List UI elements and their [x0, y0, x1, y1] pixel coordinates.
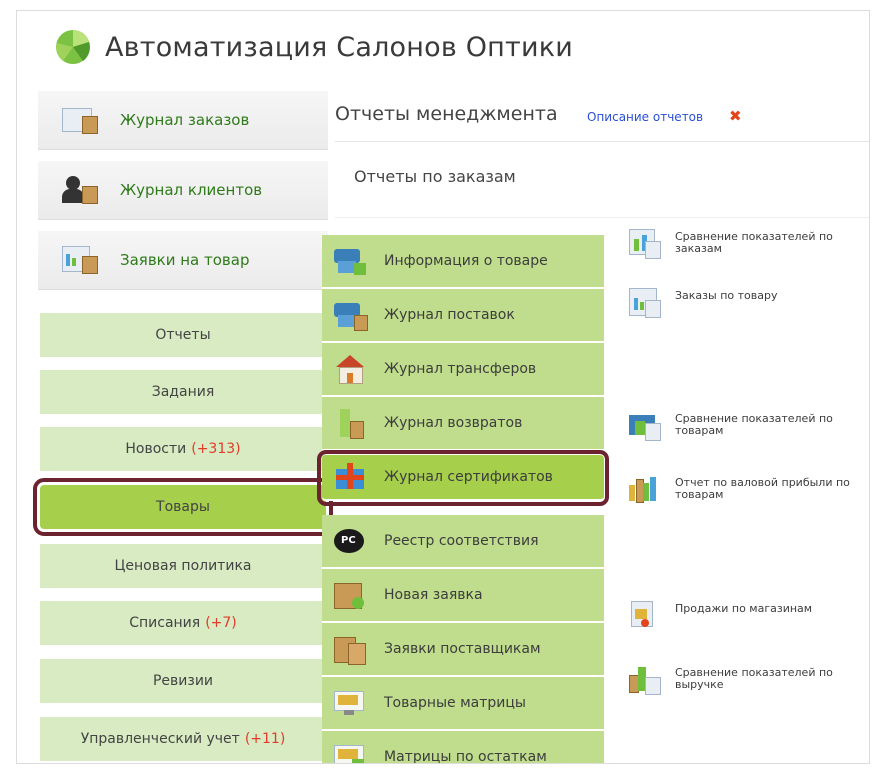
orders-chart-icon — [629, 288, 661, 318]
sidebar-item-label: Новости — [125, 441, 187, 457]
submenu-item-new-request[interactable]: Новая заявка — [322, 569, 604, 623]
sidebar-item-label: Журнал заказов — [120, 111, 250, 129]
report-link[interactable]: Сравнение показателей по заказам — [629, 229, 865, 259]
submenu-item-returns-log[interactable]: Журнал возвратов — [322, 397, 604, 451]
logo-icon — [56, 30, 90, 64]
report-label: Сравнение показателей по заказам — [675, 230, 833, 255]
sidebar-item-label: Отчеты — [155, 327, 211, 343]
delivery-log-icon — [334, 301, 368, 331]
stock-matrix-icon — [334, 743, 366, 763]
report-label: Продажи по магазинам — [675, 602, 813, 615]
divider — [335, 217, 869, 218]
sidebar-item-label: Списания — [129, 615, 201, 631]
report-link[interactable]: Заказы по товару — [629, 288, 865, 318]
sidebar-item-label: Ревизии — [152, 673, 214, 689]
submenu-item-certificates-log[interactable]: Журнал сертификатов — [317, 450, 609, 506]
app-title: Автоматизация Салонов Оптики — [105, 31, 573, 63]
submenu-item-label: Журнал поставок — [384, 307, 515, 323]
sidebar-item-label: Заявки на товар — [120, 251, 250, 269]
sidebar-item-label: Товары — [156, 499, 210, 515]
report-link[interactable]: Сравнение показателей по товарам — [629, 411, 865, 441]
submenu-item-product-matrices[interactable]: Товарные матрицы — [322, 677, 604, 731]
report-link[interactable]: Отчет по валовой прибыли по товарам — [629, 475, 865, 505]
submenu-item-label: Информация о товаре — [384, 253, 548, 269]
sidebar-item-product-requests[interactable]: Заявки на товар — [38, 231, 328, 290]
sidebar-item-label: Управленческий учет — [80, 731, 240, 747]
submenu-item-delivery-log[interactable]: Журнал поставок — [322, 289, 604, 343]
compare-chart-icon — [629, 229, 661, 259]
submenu-item-product-info[interactable]: Информация о товаре — [322, 235, 604, 289]
close-icon[interactable]: ✖ — [729, 107, 742, 125]
report-link[interactable]: Сравнение показателей по выручке — [629, 665, 865, 695]
report-link[interactable]: Продажи по магазинам — [629, 601, 865, 631]
sidebar-item-order-log[interactable]: Журнал заказов — [38, 91, 328, 150]
divider — [335, 141, 869, 142]
sidebar-item-products[interactable]: Товары — [33, 478, 333, 536]
management-count-badge: (+11) — [244, 731, 286, 747]
section-title: Отчеты по заказам — [354, 167, 516, 186]
sidebar-item-write-offs[interactable]: Списания (+7) — [40, 601, 326, 645]
sidebar-item-label: Журнал клиентов — [120, 181, 263, 199]
report-label: Сравнение показателей по товарам — [675, 412, 833, 437]
page-title: Отчеты менеджмента — [335, 103, 558, 125]
app-window: Автоматизация Салонов Оптики Журнал зака… — [16, 10, 870, 764]
sidebar-item-tasks[interactable]: Задания — [40, 370, 326, 414]
sidebar-item-reports[interactable]: Отчеты — [40, 313, 326, 357]
app-header: Автоматизация Салонов Оптики — [55, 29, 573, 65]
news-count-badge: (+313) — [191, 441, 241, 457]
house-icon — [334, 355, 366, 384]
submenu-item-label: Журнал трансферов — [384, 361, 537, 377]
submenu-item-label: Заявки поставщикам — [384, 641, 541, 657]
report-label: Заказы по товару — [675, 289, 778, 302]
client-icon — [62, 176, 98, 204]
sidebar-item-pricing-policy[interactable]: Ценовая политика — [40, 544, 326, 588]
submenu-item-label: Новая заявка — [384, 587, 483, 603]
report-label: Сравнение показателей по выручке — [675, 666, 833, 691]
supplier-request-icon — [334, 635, 366, 665]
product-info-icon — [334, 247, 366, 275]
revenue-chart-icon — [629, 665, 661, 695]
submenu-item-compliance-registry[interactable]: PC Реестр соответствия — [322, 515, 604, 569]
sidebar-item-client-log[interactable]: Журнал клиентов — [38, 161, 328, 220]
submenu-item-label: Товарные матрицы — [384, 695, 526, 711]
sidebar-item-news[interactable]: Новости (+313) — [40, 427, 326, 471]
sidebar-item-management-accounting[interactable]: Управленческий учет (+11) — [40, 717, 326, 761]
submenu-item-label: Реестр соответствия — [384, 533, 539, 549]
report-label: Отчет по валовой прибыли по товарам — [675, 476, 850, 501]
return-log-icon — [334, 409, 366, 439]
sidebar-item-label: Задания — [151, 384, 215, 400]
submenu-item-transfer-log[interactable]: Журнал трансферов — [322, 343, 604, 397]
submenu-item-label: Матрицы по остаткам — [384, 749, 547, 764]
new-request-icon — [334, 581, 366, 609]
store-sales-icon — [629, 601, 661, 631]
bar-chart-icon — [629, 475, 661, 505]
submenu-item-label: Журнал возвратов — [384, 415, 523, 431]
submenu-item-stock-matrices[interactable]: Матрицы по остаткам — [322, 731, 604, 764]
submenu-item-label: Журнал сертификатов — [384, 469, 553, 485]
sidebar-item-revisions[interactable]: Ревизии — [40, 659, 326, 703]
compare-products-icon — [629, 411, 661, 441]
sidebar-item-label: Ценовая политика — [114, 558, 252, 574]
order-log-icon — [62, 106, 98, 134]
pct-certification-icon: PC — [334, 527, 366, 555]
product-request-icon — [62, 246, 98, 274]
gift-icon — [334, 463, 366, 491]
write-offs-count-badge: (+7) — [205, 615, 237, 631]
reports-description-link[interactable]: Описание отчетов — [587, 110, 703, 124]
matrix-icon — [334, 689, 366, 717]
submenu-item-supplier-requests[interactable]: Заявки поставщикам — [322, 623, 604, 677]
